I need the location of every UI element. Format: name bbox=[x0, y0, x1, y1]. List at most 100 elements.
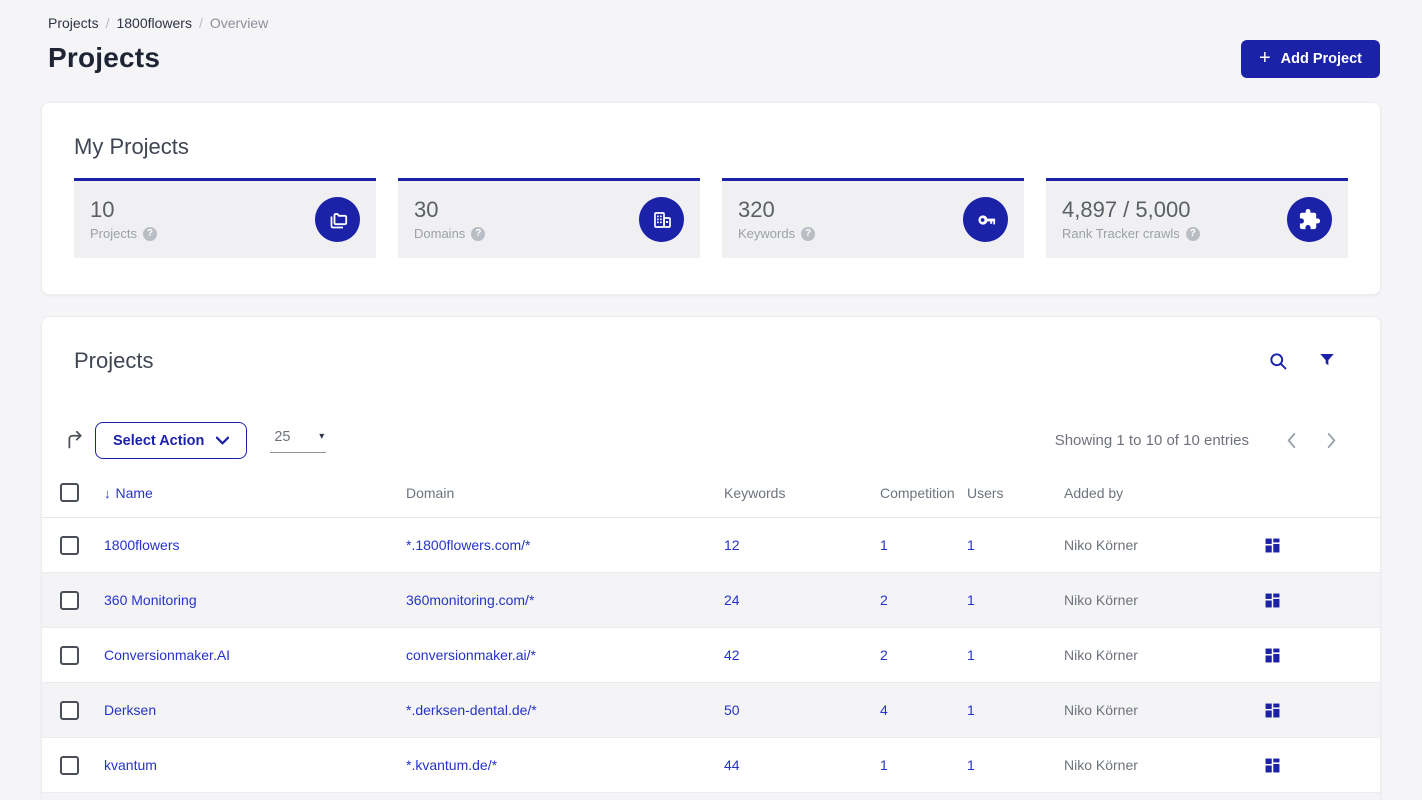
project-keywords-link[interactable]: 50 bbox=[724, 702, 740, 718]
plus-icon: + bbox=[1258, 47, 1271, 69]
project-name-link[interactable]: kvantum bbox=[104, 757, 157, 773]
project-name-link[interactable]: 360 Monitoring bbox=[104, 592, 197, 608]
project-users-link[interactable]: 1 bbox=[967, 702, 975, 718]
select-action-dropdown[interactable]: Select Action bbox=[95, 422, 248, 459]
row-checkbox-cell bbox=[42, 572, 104, 628]
project-keywords-cell: 12 bbox=[724, 517, 880, 573]
project-actions-cell bbox=[1264, 627, 1380, 683]
project-domain-link[interactable]: *.1800flowers.com/* bbox=[406, 537, 531, 553]
stat-keywords-label: Keywords bbox=[738, 226, 796, 242]
page-title: Projects bbox=[48, 42, 161, 73]
row-checkbox-cell bbox=[42, 517, 104, 573]
help-icon[interactable]: ? bbox=[142, 226, 157, 241]
dashboard-grid-icon[interactable] bbox=[1264, 702, 1281, 719]
row-checkbox[interactable] bbox=[60, 590, 79, 610]
stat-keywords: 320 Keywords? bbox=[722, 178, 1024, 258]
column-header-domain[interactable]: Domain bbox=[406, 477, 724, 518]
stat-domains: 30 Domains? bbox=[398, 178, 700, 258]
project-keywords-link[interactable]: 24 bbox=[724, 592, 740, 608]
chevron-down-icon bbox=[216, 436, 230, 445]
breadcrumb: Projects / 1800flowers / Overview bbox=[48, 15, 1380, 31]
project-users-cell: 1 bbox=[967, 737, 1064, 793]
project-competition-link[interactable]: 1 bbox=[880, 757, 888, 773]
help-icon[interactable]: ? bbox=[471, 226, 486, 241]
project-domain-cell: *.1800flowers.com/* bbox=[406, 517, 724, 573]
project-users-link[interactable]: 1 bbox=[967, 537, 975, 553]
project-users-cell: 1 bbox=[967, 572, 1064, 628]
breadcrumb-1800flowers[interactable]: 1800flowers bbox=[116, 15, 192, 31]
select-all-checkbox[interactable] bbox=[60, 483, 79, 502]
help-icon[interactable]: ? bbox=[801, 226, 816, 241]
dashboard-grid-icon[interactable] bbox=[1264, 757, 1281, 774]
column-header-users[interactable]: Users bbox=[967, 477, 1064, 518]
projects-table-body: 1800flowers *.1800flowers.com/* 12 1 1 Niko K… bbox=[42, 517, 1380, 800]
project-keywords-cell: 24 bbox=[724, 572, 880, 628]
project-users-link[interactable]: 1 bbox=[967, 757, 975, 773]
project-added-by-cell: Niko Körner bbox=[1064, 517, 1264, 573]
project-competition-cell: 1 bbox=[880, 517, 967, 573]
my-projects-card: My Projects 10 Projects? 30 Domains? 320… bbox=[41, 102, 1381, 295]
row-checkbox[interactable] bbox=[60, 700, 79, 720]
project-keywords-link[interactable]: 12 bbox=[724, 537, 740, 553]
select-action-label: Select Action bbox=[113, 432, 205, 449]
project-name-link[interactable]: Conversionmaker.AI bbox=[104, 647, 230, 663]
project-actions-cell bbox=[1264, 682, 1380, 738]
next-page-icon[interactable] bbox=[1325, 433, 1338, 448]
stat-projects: 10 Projects? bbox=[74, 178, 376, 258]
table-header-row: ↓ Name Domain Keywords Competition Users … bbox=[42, 477, 1380, 518]
project-users-cell: 1 bbox=[967, 627, 1064, 683]
project-name-link[interactable]: Derksen bbox=[104, 702, 156, 718]
project-actions-cell bbox=[1264, 517, 1380, 573]
help-icon[interactable]: ? bbox=[1185, 226, 1200, 241]
project-competition-cell: 2 bbox=[880, 627, 967, 683]
breadcrumb-projects[interactable]: Projects bbox=[48, 15, 99, 31]
page-size-value: 25 bbox=[274, 428, 291, 445]
row-checkbox-cell bbox=[42, 737, 104, 793]
column-header-added-by[interactable]: Added by bbox=[1064, 477, 1264, 518]
project-keywords-link[interactable]: 44 bbox=[724, 757, 740, 773]
page-header: Projects / 1800flowers / Overview Projects +… bbox=[0, 0, 1422, 78]
row-checkbox[interactable] bbox=[60, 755, 79, 775]
project-domain-link[interactable]: *.kvantum.de/* bbox=[406, 757, 497, 773]
dashboard-grid-icon[interactable] bbox=[1264, 592, 1281, 609]
project-keywords-cell: 44 bbox=[724, 737, 880, 793]
project-users-link[interactable]: 1 bbox=[967, 647, 975, 663]
project-competition-link[interactable]: 1 bbox=[880, 537, 888, 553]
column-header-keywords[interactable]: Keywords bbox=[724, 477, 880, 518]
column-header-name[interactable]: ↓ Name bbox=[104, 477, 406, 518]
project-keywords-link[interactable]: 42 bbox=[724, 647, 740, 663]
project-competition-link[interactable]: 4 bbox=[880, 702, 888, 718]
search-icon[interactable] bbox=[1268, 351, 1288, 371]
project-competition-link[interactable]: 2 bbox=[880, 592, 888, 608]
project-domain-link[interactable]: conversionmaker.ai/* bbox=[406, 647, 536, 663]
row-checkbox[interactable] bbox=[60, 645, 79, 665]
dashboard-grid-icon[interactable] bbox=[1264, 647, 1281, 664]
page-size-select[interactable]: 25 ▾ bbox=[270, 428, 327, 453]
folder-stack-icon bbox=[315, 197, 360, 242]
project-name-cell: Derksen bbox=[104, 682, 406, 738]
stat-projects-value: 10 bbox=[90, 196, 115, 222]
stat-projects-label: Projects bbox=[90, 226, 137, 242]
projects-table: ↓ Name Domain Keywords Competition Users … bbox=[42, 477, 1380, 800]
dashboard-grid-icon[interactable] bbox=[1264, 537, 1281, 554]
table-row: Derksen *.derksen-dental.de/* 50 4 1 Niko Kör… bbox=[42, 682, 1380, 738]
my-projects-title: My Projects bbox=[74, 134, 189, 159]
project-competition-link[interactable]: 2 bbox=[880, 647, 888, 663]
project-domain-link[interactable]: *.derksen-dental.de/* bbox=[406, 702, 537, 718]
table-row-partial bbox=[42, 792, 1380, 800]
export-arrow-icon[interactable] bbox=[65, 430, 86, 451]
project-name-cell: 360 Monitoring bbox=[104, 572, 406, 628]
column-header-competition[interactable]: Competition bbox=[880, 477, 967, 518]
table-row: 360 Monitoring 360monitoring.com/* 24 2 1 Nik… bbox=[42, 572, 1380, 628]
add-project-button[interactable]: + Add Project bbox=[1240, 40, 1380, 78]
row-checkbox[interactable] bbox=[60, 535, 79, 555]
stat-domains-label: Domains bbox=[414, 226, 466, 242]
project-users-link[interactable]: 1 bbox=[967, 592, 975, 608]
project-keywords-cell: 50 bbox=[724, 682, 880, 738]
project-name-cell: 1800flowers bbox=[104, 517, 406, 573]
prev-page-icon[interactable] bbox=[1285, 433, 1298, 448]
breadcrumb-separator: / bbox=[198, 15, 203, 31]
filter-icon[interactable] bbox=[1318, 351, 1336, 371]
project-domain-link[interactable]: 360monitoring.com/* bbox=[406, 592, 534, 608]
project-name-link[interactable]: 1800flowers bbox=[104, 537, 180, 553]
